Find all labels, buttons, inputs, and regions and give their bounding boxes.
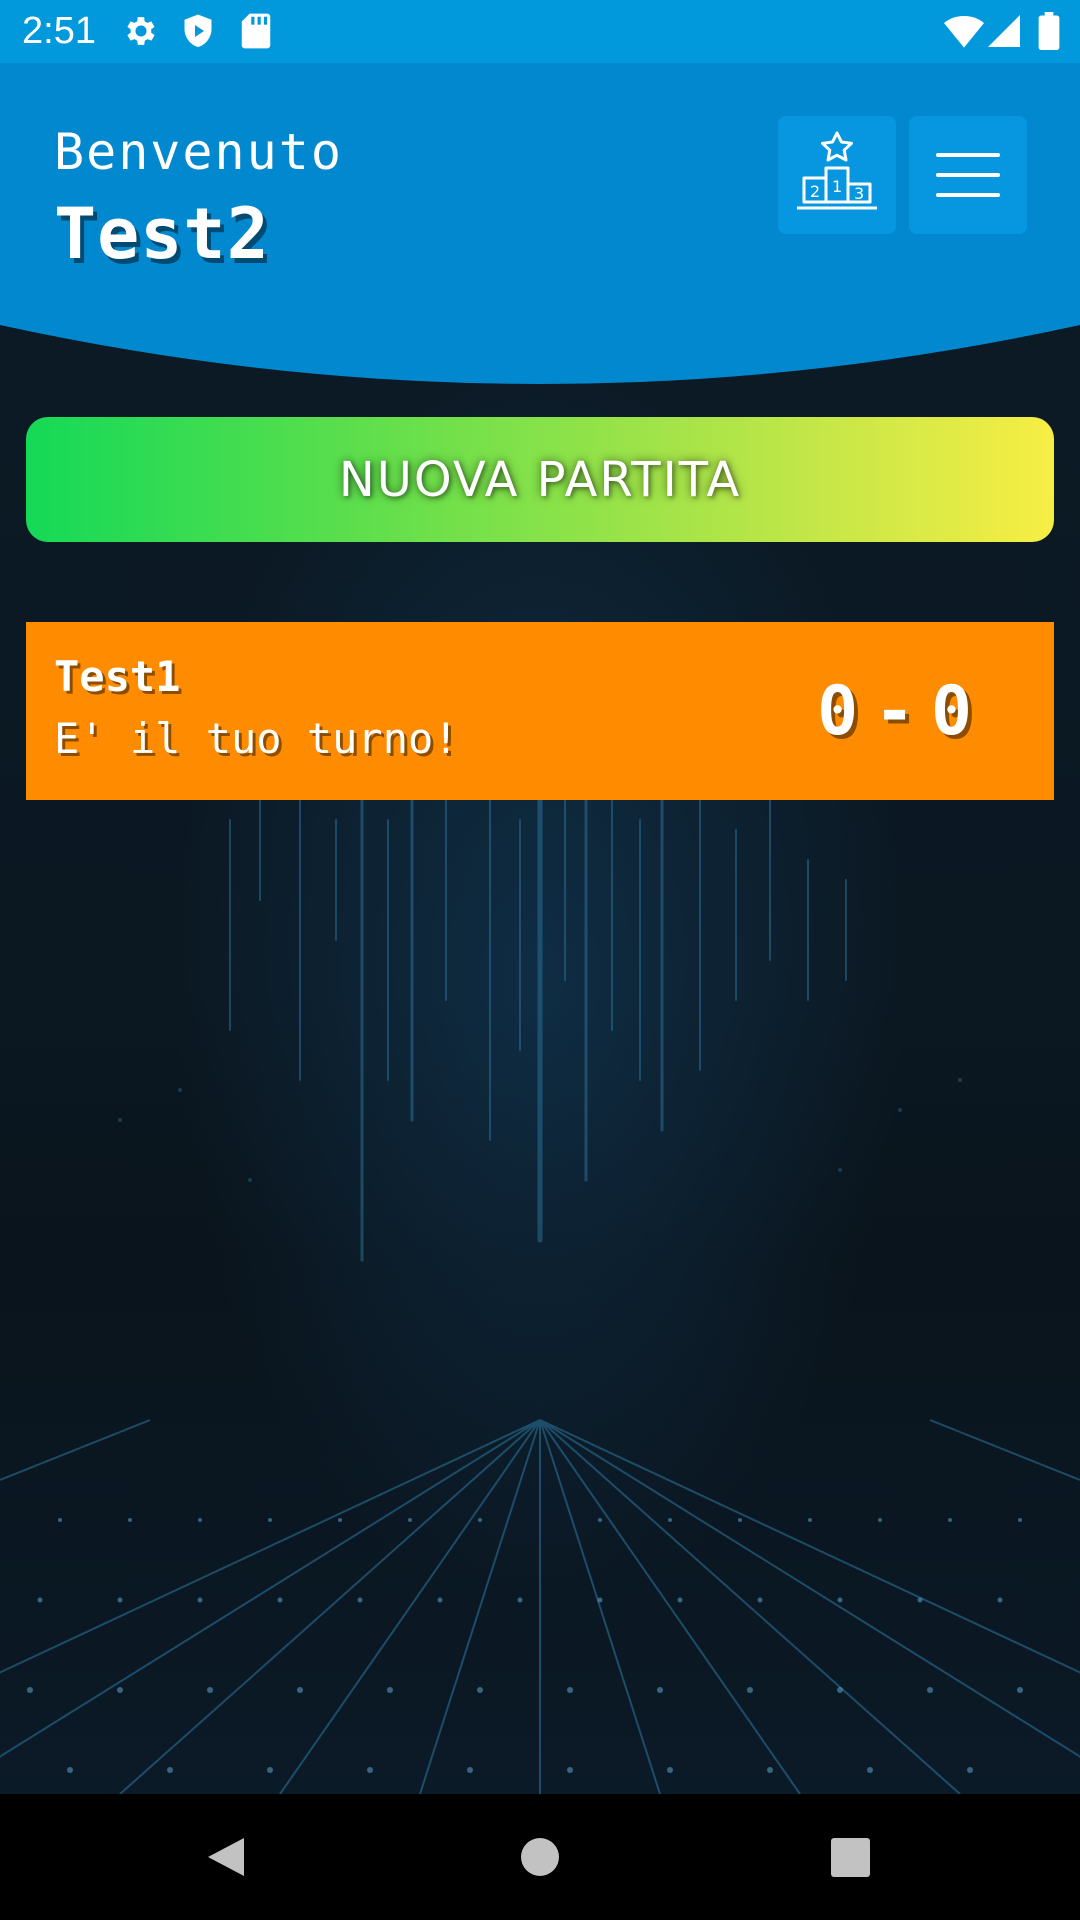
- welcome-label: Benvenuto: [54, 123, 343, 181]
- score-left: 0: [817, 672, 861, 751]
- home-circle-icon: [521, 1838, 559, 1876]
- cellular-signal-icon: [988, 14, 1020, 52]
- header: Benvenuto Test2 1 2 3: [0, 63, 1080, 393]
- back-button[interactable]: [190, 1794, 260, 1920]
- leaderboard-button[interactable]: 1 2 3: [778, 116, 896, 234]
- score-separator: -: [874, 672, 918, 751]
- screen: 2:51 Benvenuto Test2 1 2 3 NUOVA PARTITA…: [0, 0, 1080, 1920]
- home-button[interactable]: [500, 1794, 580, 1920]
- recents-square-icon: [831, 1838, 870, 1877]
- match-card[interactable]: Test1 E' il tuo turno! 0-0: [26, 622, 1054, 800]
- new-match-button[interactable]: NUOVA PARTITA: [26, 417, 1054, 542]
- gear-icon: [122, 12, 160, 54]
- svg-text:1: 1: [832, 177, 842, 196]
- wifi-icon: [944, 14, 984, 52]
- back-triangle-icon: [208, 1838, 244, 1876]
- svg-text:2: 2: [810, 182, 820, 201]
- menu-button[interactable]: [909, 116, 1027, 234]
- navigation-bar: [0, 1794, 1080, 1920]
- status-bar: 2:51: [0, 0, 1080, 63]
- match-score: 0-0: [817, 672, 974, 751]
- new-match-label: NUOVA PARTITA: [338, 451, 742, 508]
- score-right: 0: [931, 672, 974, 751]
- turn-status: E' il tuo turno!: [54, 714, 459, 763]
- recents-button[interactable]: [816, 1794, 886, 1920]
- sd-card-icon: [240, 12, 272, 54]
- svg-text:3: 3: [854, 184, 864, 203]
- shield-play-icon: [180, 12, 216, 54]
- username: Test2: [54, 193, 270, 275]
- status-time: 2:51: [22, 10, 96, 52]
- opponent-name: Test1: [54, 652, 181, 701]
- hamburger-menu-icon: [936, 153, 1000, 197]
- battery-icon: [1038, 12, 1060, 54]
- leaderboard-podium-icon: 1 2 3: [797, 131, 877, 210]
